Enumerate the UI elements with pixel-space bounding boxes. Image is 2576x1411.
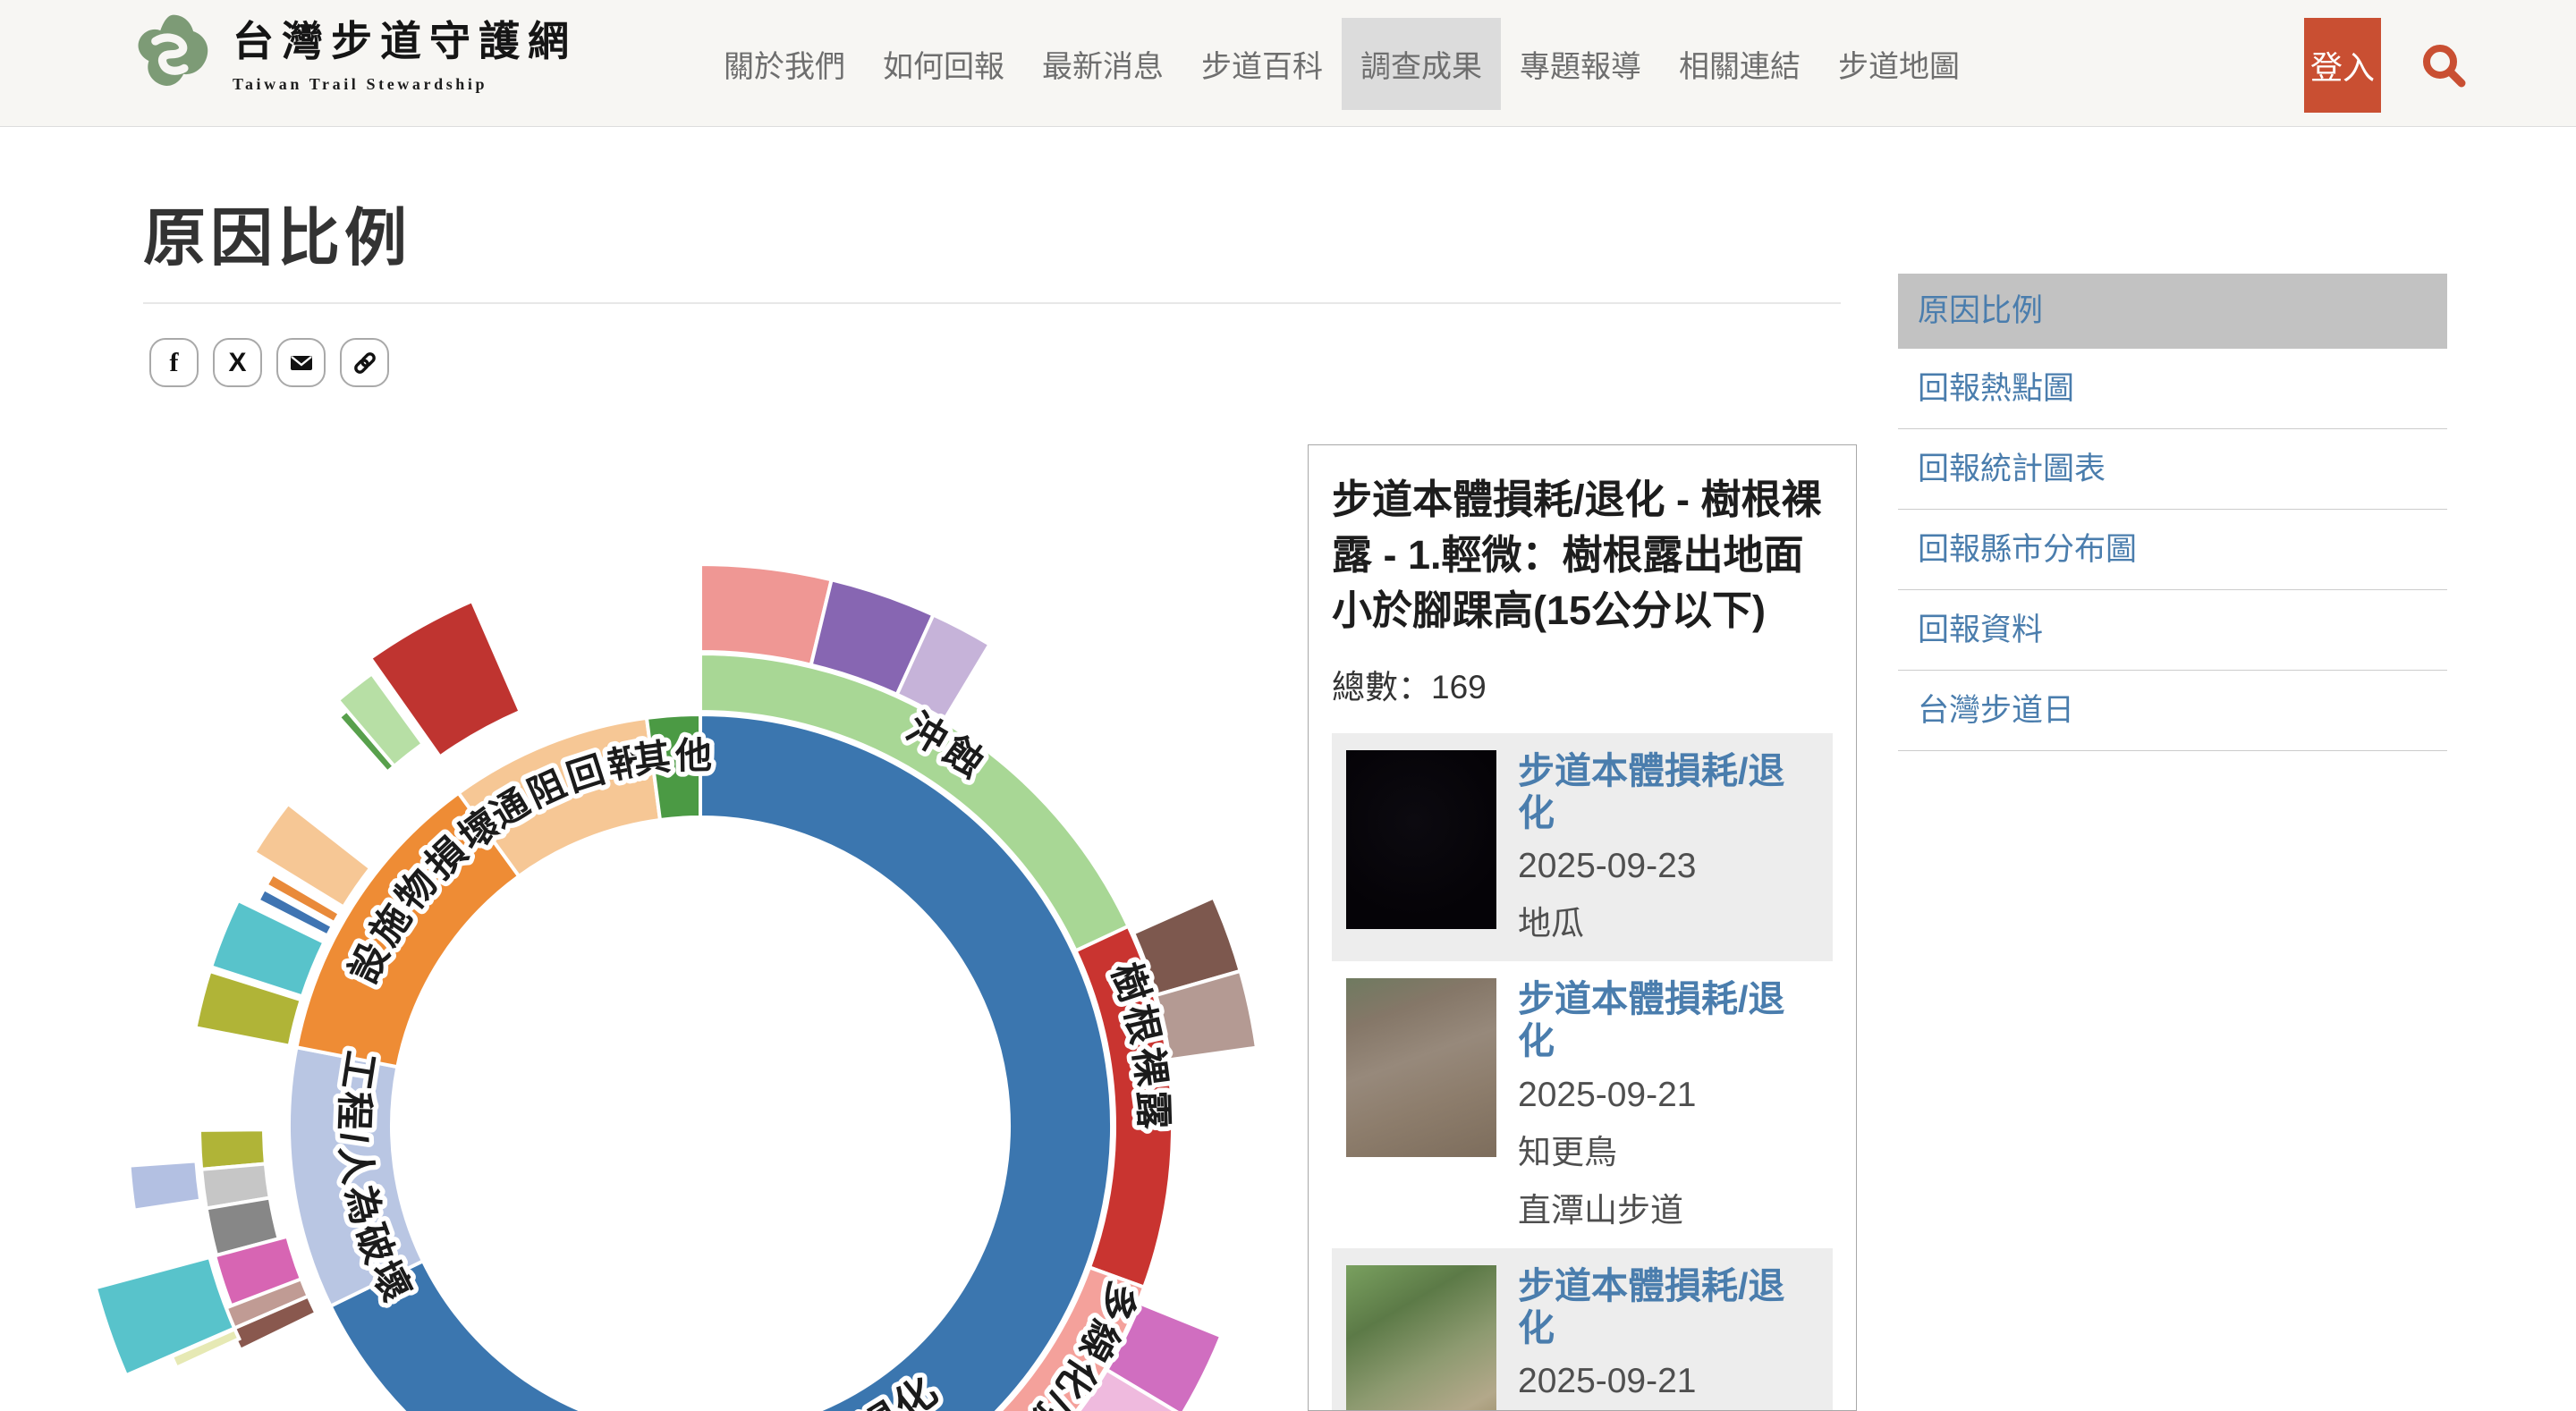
sidebar-item-report-data[interactable]: 回報資料 bbox=[1898, 590, 2447, 671]
nav-item-how-to-report[interactable]: 如何回報 bbox=[864, 18, 1023, 110]
report-date: 2025-09-21 bbox=[1518, 1076, 1818, 1115]
report-trail: 直潭山步道 bbox=[1518, 1183, 1818, 1231]
trail-logo-icon bbox=[132, 11, 215, 93]
nav-item-news[interactable]: 最新消息 bbox=[1023, 18, 1182, 110]
share-buttons: f X bbox=[149, 338, 389, 387]
report-thumbnail bbox=[1346, 750, 1496, 929]
nav-item-features[interactable]: 專題報導 bbox=[1501, 18, 1660, 110]
report-thumbnail bbox=[1346, 1265, 1496, 1411]
sidebar-item-report-heatmap[interactable]: 回報熱點圖 bbox=[1898, 349, 2447, 429]
report-list: 步道本體損耗/退化 2025-09-23 地瓜 步道本體損耗/退化 2025-0… bbox=[1332, 733, 1833, 1411]
site-title: 台灣步道守護網 bbox=[233, 9, 577, 68]
nav-item-trail-map[interactable]: 步道地圖 bbox=[1819, 18, 1979, 110]
report-category-link[interactable]: 步道本體損耗/退化 bbox=[1518, 750, 1818, 834]
report-category-link[interactable]: 步道本體損耗/退化 bbox=[1518, 978, 1818, 1062]
site-subtitle: Taiwan Trail Stewardship bbox=[233, 75, 577, 94]
main-nav: 關於我們 如何回報 最新消息 步道百科 調查成果 專題報導 相關連結 步道地圖 bbox=[705, 0, 1979, 127]
section-sidebar: 原因比例 回報熱點圖 回報統計圖表 回報縣市分布圖 回報資料 台灣步道日 bbox=[1898, 274, 2447, 751]
report-list-item[interactable]: 步道本體損耗/退化 2025-09-21 知更鳥 直潭山步道 bbox=[1332, 1248, 1833, 1411]
search-icon[interactable] bbox=[2419, 40, 2469, 90]
top-navigation-bar: 台灣步道守護網 Taiwan Trail Stewardship 關於我們 如何… bbox=[0, 0, 2576, 127]
sunburst-segment-erosion-sub-1[interactable] bbox=[700, 564, 832, 665]
report-reporter: 知更鳥 bbox=[1518, 1125, 1818, 1173]
facebook-share-icon[interactable]: f bbox=[149, 338, 199, 387]
sunburst-segment-human-sub-teal-big[interactable] bbox=[96, 1257, 234, 1375]
sidebar-item-taiwan-trail-day[interactable]: 台灣步道日 bbox=[1898, 671, 2447, 751]
nav-item-survey-results[interactable]: 調查成果 bbox=[1342, 18, 1501, 110]
link-share-icon[interactable] bbox=[340, 338, 389, 387]
sidebar-item-cause-ratio[interactable]: 原因比例 bbox=[1898, 274, 2447, 349]
x-share-icon[interactable]: X bbox=[213, 338, 262, 387]
report-reporter: 地瓜 bbox=[1518, 896, 1818, 944]
nav-item-about[interactable]: 關於我們 bbox=[705, 18, 864, 110]
nav-item-trail-wiki[interactable]: 步道百科 bbox=[1182, 18, 1342, 110]
sidebar-item-report-statistics[interactable]: 回報統計圖表 bbox=[1898, 429, 2447, 510]
report-thumbnail bbox=[1346, 978, 1496, 1157]
selected-segment-total: 總數：169 bbox=[1332, 660, 1833, 708]
report-category-link[interactable]: 步道本體損耗/退化 bbox=[1518, 1265, 1818, 1349]
report-list-item[interactable]: 步道本體損耗/退化 2025-09-21 知更鳥 直潭山步道 bbox=[1332, 961, 1833, 1247]
site-logo[interactable]: 台灣步道守護網 Taiwan Trail Stewardship bbox=[132, 9, 577, 94]
sidebar-item-county-distribution[interactable]: 回報縣市分布圖 bbox=[1898, 510, 2447, 590]
title-divider bbox=[143, 302, 1841, 304]
nav-item-links[interactable]: 相關連結 bbox=[1660, 18, 1819, 110]
sunburst-segment-human-sub-periwinkle-bar[interactable] bbox=[130, 1161, 201, 1210]
report-date: 2025-09-23 bbox=[1518, 847, 1818, 886]
report-date: 2025-09-21 bbox=[1518, 1362, 1818, 1401]
selected-segment-title: 步道本體損耗/退化 - 樹根裸露 - 1.輕微：樹根露出地面小於腳踝高(15公分… bbox=[1332, 472, 1833, 638]
selected-segment-detail-panel: 步道本體損耗/退化 - 樹根裸露 - 1.輕微：樹根露出地面小於腳踝高(15公分… bbox=[1308, 444, 1857, 1411]
report-list-item[interactable]: 步道本體損耗/退化 2025-09-23 地瓜 bbox=[1332, 733, 1833, 961]
email-share-icon[interactable] bbox=[276, 338, 326, 387]
cause-ratio-sunburst-chart[interactable]: 沖蝕樹根裸露多線化/捷徑步道本體損耗/退化工程/人為破壞設施物損壞通阻回報其他 bbox=[0, 501, 1306, 1411]
login-button[interactable]: 登入 bbox=[2304, 18, 2381, 113]
page-title: 原因比例 bbox=[143, 188, 411, 278]
